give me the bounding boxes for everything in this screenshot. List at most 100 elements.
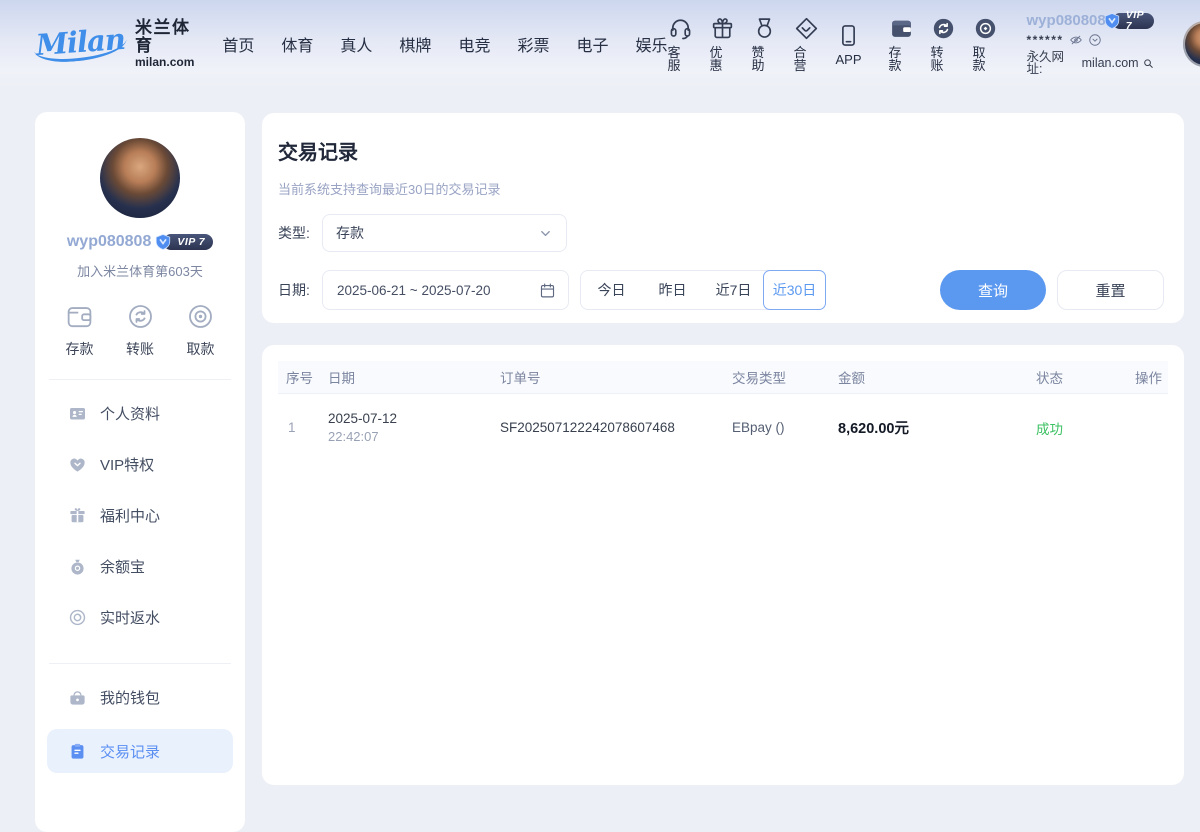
range-30days-button[interactable]: 近30日 (763, 270, 826, 310)
table-header-row: 序号 日期 订单号 交易类型 金额 状态 操作 (278, 361, 1168, 394)
sidebar-item-label: 余额宝 (100, 556, 145, 577)
menu-item-esports[interactable]: 电竞 (458, 32, 490, 56)
sidebar-item-rebate[interactable]: 实时返水 (35, 592, 245, 643)
sponsor-button[interactable]: 赞助 (752, 16, 777, 72)
sidebar-item-label: 实时返水 (100, 607, 160, 628)
col-header-order: 订单号 (500, 367, 732, 387)
transaction-table-panel: 序号 日期 订单号 交易类型 金额 状态 操作 1 2025-07-12 22:… (262, 345, 1184, 785)
profile-avatar[interactable] (100, 138, 180, 218)
range-yesterday-button[interactable]: 昨日 (642, 271, 703, 309)
vip-label: VIP 7 (1126, 10, 1147, 31)
user-info-block: wyp080808 VIP 7 ****** (1027, 13, 1155, 76)
vip-heart-icon (68, 455, 87, 474)
clipboard-icon (68, 742, 87, 761)
app-label: APP (836, 53, 862, 66)
col-header-action: 操作 (1120, 367, 1168, 387)
coin-filled-icon (973, 16, 998, 41)
app-button[interactable]: APP (836, 23, 862, 66)
handshake-diamond-icon (794, 16, 819, 41)
col-header-type: 交易类型 (732, 367, 838, 387)
sidebar-item-wallet[interactable]: 我的钱包 (35, 672, 245, 723)
menu-item-live[interactable]: 真人 (340, 32, 372, 56)
wallet-outline-icon (65, 302, 94, 331)
menu-item-cards[interactable]: 棋牌 (399, 32, 431, 56)
col-header-index: 序号 (278, 367, 328, 387)
col-header-amount: 金额 (838, 367, 1036, 387)
cell-index: 1 (278, 420, 328, 435)
profile-vip-badge: VIP 7 (163, 234, 213, 250)
wallet-filled-icon (889, 16, 914, 41)
user-avatar[interactable] (1183, 21, 1200, 67)
brand-name-cn: 米兰体育 (135, 19, 194, 56)
sidebar-transfer-label: 转账 (126, 339, 154, 359)
sidebar-item-label: 我的钱包 (100, 687, 160, 708)
transfer-button[interactable]: 转账 (931, 16, 956, 72)
navbar-actions: 客服 优惠 赞助 (668, 13, 1200, 76)
wallet-quick-actions: 存款 转账 取款 (35, 302, 245, 359)
sidebar-item-label: 个人资料 (100, 403, 160, 424)
menu-item-home[interactable]: 首页 (222, 32, 254, 56)
service-button[interactable]: 客服 (668, 16, 693, 72)
sidebar-divider (49, 663, 231, 664)
range-today-button[interactable]: 今日 (581, 271, 642, 309)
phone-icon (836, 23, 861, 48)
sidebar-item-label: 交易记录 (100, 741, 160, 762)
sidebar-deposit-label: 存款 (66, 339, 94, 359)
sidebar-withdraw-button[interactable]: 取款 (186, 302, 215, 359)
cell-date-day: 2025-07-12 (328, 411, 500, 426)
permanent-url-label: 永久网址: (1027, 51, 1079, 76)
deposit-button[interactable]: 存款 (889, 16, 914, 72)
sidebar-withdraw-label: 取款 (187, 339, 215, 359)
query-button[interactable]: 查询 (940, 270, 1046, 310)
search-icon[interactable] (1142, 57, 1155, 70)
menu-item-sports[interactable]: 体育 (281, 32, 313, 56)
sponsor-label: 赞助 (752, 46, 777, 72)
cell-order-number: SF202507122242078607468 (500, 420, 732, 435)
brand-logo[interactable]: Milan 米兰体育 milan.com (34, 19, 194, 70)
page-title: 交易记录 (278, 136, 1164, 165)
vip-badge: VIP 7 (1112, 13, 1155, 29)
top-navbar: Milan 米兰体育 milan.com 首页 体育 真人 棋牌 电竞 彩票 电… (0, 0, 1200, 88)
username[interactable]: wyp080808 (1027, 13, 1106, 28)
menu-item-entertainment[interactable]: 娱乐 (635, 32, 667, 56)
cell-status: 成功 (1036, 418, 1120, 438)
type-select[interactable]: 存款 (322, 214, 567, 252)
gift-filled-icon (68, 506, 87, 525)
sidebar-item-vip[interactable]: VIP特权 (35, 439, 245, 490)
sidebar-item-welfare[interactable]: 福利中心 (35, 490, 245, 541)
masked-balance: ****** (1027, 34, 1064, 46)
profile-username: wyp080808 (67, 233, 152, 251)
sidebar-item-transactions[interactable]: 交易记录 (47, 729, 233, 773)
menu-item-slots[interactable]: 电子 (576, 32, 608, 56)
transfer-outline-icon (126, 302, 155, 331)
profile-vip-label: VIP 7 (177, 236, 205, 248)
sidebar-deposit-button[interactable]: 存款 (65, 302, 94, 359)
eye-off-icon[interactable] (1069, 33, 1083, 47)
date-range-input[interactable]: 2025-06-21 ~ 2025-07-20 (322, 270, 569, 310)
sidebar-item-yuebao[interactable]: 余额宝 (35, 541, 245, 592)
promo-button[interactable]: 优惠 (710, 16, 735, 72)
partner-label: 合营 (794, 46, 819, 72)
vip-shield-icon (154, 233, 172, 251)
range-7days-button[interactable]: 近7日 (703, 271, 764, 309)
type-label: 类型: (278, 223, 322, 243)
main-menu: 首页 体育 真人 棋牌 电竞 彩票 电子 娱乐 (222, 32, 667, 56)
chevron-circle-icon[interactable] (1088, 33, 1102, 47)
withdraw-button[interactable]: 取款 (973, 16, 998, 72)
menu-item-lottery[interactable]: 彩票 (517, 32, 549, 56)
promo-label: 优惠 (710, 46, 735, 72)
partner-button[interactable]: 合营 (794, 16, 819, 72)
cell-date-time: 22:42:07 (328, 429, 500, 444)
brand-logo-script: Milan (33, 24, 128, 63)
sidebar-item-label: 福利中心 (100, 505, 160, 526)
cell-transaction-type: EBpay () (732, 420, 838, 435)
brand-domain: milan.com (135, 56, 194, 69)
rebate-icon (68, 608, 87, 627)
date-range-value: 2025-06-21 ~ 2025-07-20 (337, 283, 491, 298)
sidebar-transfer-button[interactable]: 转账 (126, 302, 155, 359)
col-header-date: 日期 (328, 367, 500, 387)
transaction-filter-panel: 交易记录 当前系统支持查询最近30日的交易记录 类型: 存款 日期: 2025-… (262, 113, 1184, 323)
type-filter-row: 类型: 存款 (278, 214, 1164, 252)
reset-button[interactable]: 重置 (1057, 270, 1164, 310)
sidebar-item-profile[interactable]: 个人资料 (35, 388, 245, 439)
